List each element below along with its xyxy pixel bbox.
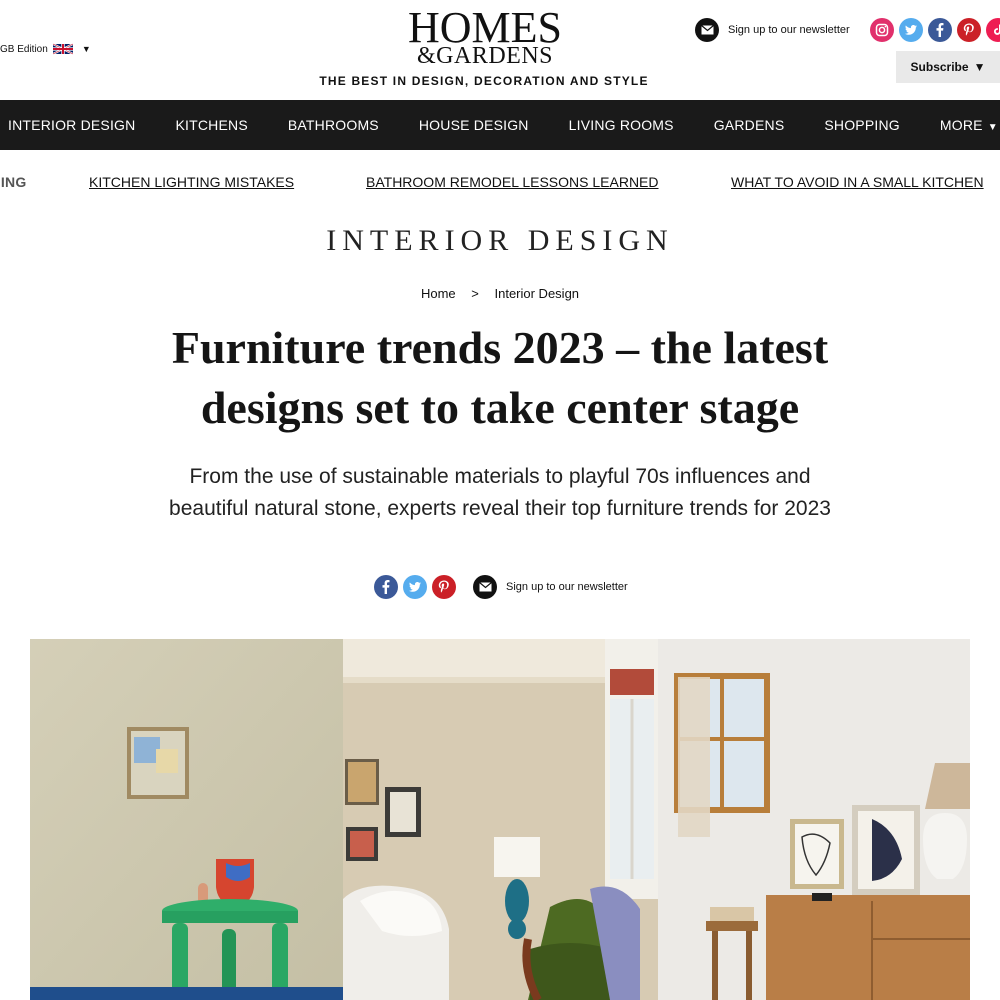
nav-item-house-design[interactable]: HOUSE DESIGN [419, 117, 529, 133]
trending-label: NDING [0, 174, 27, 190]
edition-selector[interactable]: GB Edition ▼ [0, 42, 91, 56]
pinterest-icon[interactable] [957, 18, 981, 42]
logo-line-1: HOMES [407, 3, 563, 52]
subscribe-label: Subscribe [910, 60, 969, 74]
tiktok-icon[interactable] [986, 18, 1000, 42]
twitter-icon[interactable] [899, 18, 923, 42]
trending-link[interactable]: WHAT TO AVOID IN A SMALL KITCHEN [731, 174, 984, 190]
social-links [870, 18, 1000, 42]
nav-item-shopping[interactable]: SHOPPING [824, 117, 900, 133]
edition-label: GB Edition [0, 43, 48, 55]
site-header: GB Edition ▼ HOMES &GARDENS THE BEST IN … [0, 0, 1000, 100]
chevron-down-icon: ▼ [81, 44, 91, 54]
newsletter-label: Sign up to our newsletter [728, 24, 850, 36]
breadcrumb-current[interactable]: Interior Design [494, 286, 579, 301]
nav-item-bathrooms[interactable]: BATHROOMS [288, 117, 379, 133]
twitter-share-icon[interactable] [403, 575, 427, 599]
breadcrumb-separator: > [471, 286, 479, 301]
share-row: Sign up to our newsletter [374, 575, 628, 599]
trending-link[interactable]: BATHROOM REMODEL LESSONS LEARNED [366, 174, 659, 190]
hero-panel-sideboard [658, 639, 970, 1000]
nav-item-gardens[interactable]: GARDENS [714, 117, 785, 133]
share-newsletter-link[interactable]: Sign up to our newsletter [473, 575, 628, 599]
main-nav: INTERIOR DESIGN KITCHENS BATHROOMS HOUSE… [0, 100, 1000, 150]
nav-item-kitchens[interactable]: KITCHENS [175, 117, 247, 133]
breadcrumb: Home > Interior Design [0, 286, 1000, 301]
share-newsletter-label: Sign up to our newsletter [506, 581, 628, 593]
pinterest-share-icon[interactable] [432, 575, 456, 599]
instagram-icon[interactable] [870, 18, 894, 42]
mail-icon [695, 18, 719, 42]
nav-item-interior-design[interactable]: INTERIOR DESIGN [8, 117, 135, 133]
caret-down-icon: ▼ [987, 122, 998, 133]
facebook-share-icon[interactable] [374, 575, 398, 599]
hero-panel-green-table [30, 639, 343, 1000]
breadcrumb-home[interactable]: Home [421, 286, 456, 301]
newsletter-signup-link[interactable]: Sign up to our newsletter [695, 18, 850, 42]
section-title: INTERIOR DESIGN [326, 224, 674, 257]
trending-link[interactable]: KITCHEN LIGHTING MISTAKES [89, 174, 294, 190]
hero-panel-living-room [343, 639, 658, 1000]
trending-bar: NDING KITCHEN LIGHTING MISTAKES BATHROOM… [0, 150, 1000, 214]
site-logo[interactable]: HOMES &GARDENS [385, 3, 585, 69]
site-tagline: THE BEST IN DESIGN, DECORATION AND STYLE [319, 74, 649, 88]
facebook-icon[interactable] [928, 18, 952, 42]
caret-down-icon: ▼ [973, 60, 986, 74]
uk-flag-icon [52, 43, 73, 55]
subscribe-button[interactable]: Subscribe ▼ [896, 51, 1000, 83]
article-standfirst: From the use of sustainable materials to… [169, 465, 831, 520]
nav-more-label: MORE [939, 117, 983, 133]
mail-icon [473, 575, 497, 599]
nav-item-more[interactable]: MORE ▼ [940, 117, 998, 133]
hero-image [30, 639, 970, 1000]
nav-item-living-rooms[interactable]: LIVING ROOMS [569, 117, 674, 133]
article-headline: Furniture trends 2023 – the latest desig… [171, 322, 829, 433]
